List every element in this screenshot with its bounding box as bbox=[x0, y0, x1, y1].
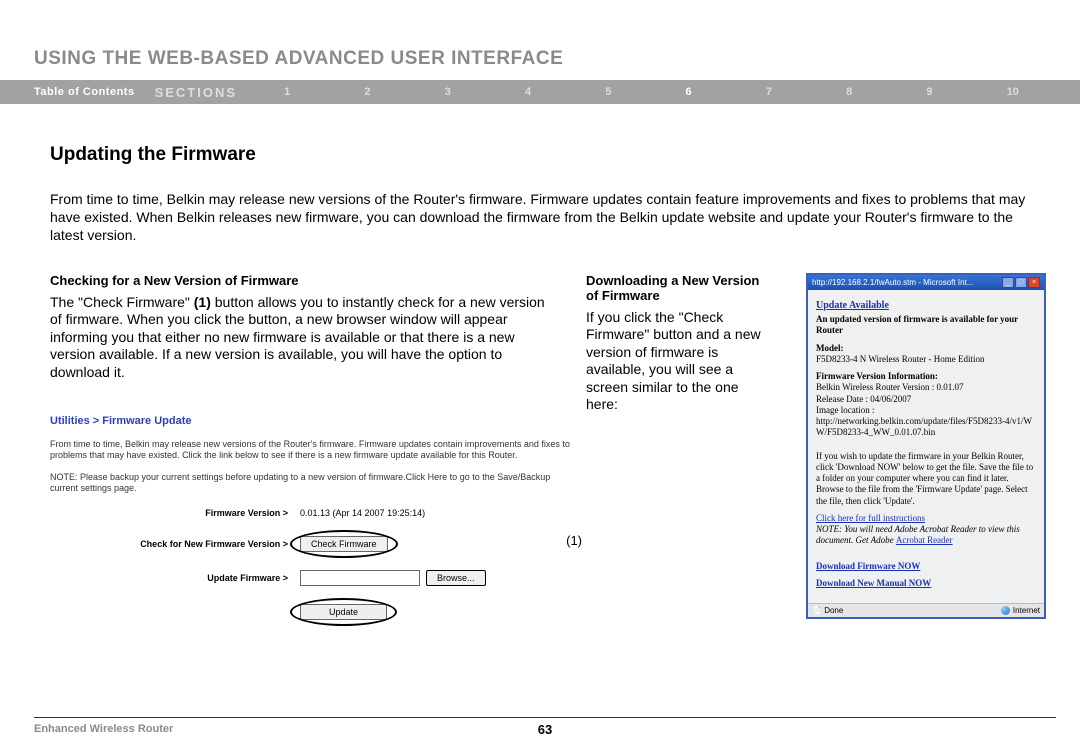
download-manual-link[interactable]: Download New Manual NOW bbox=[816, 578, 1036, 589]
check-firmware-button[interactable]: Check Firmware bbox=[300, 536, 388, 552]
ss1-para2: NOTE: Please backup your current setting… bbox=[50, 472, 570, 495]
mid-subhead: Downloading a New Version of Firmware bbox=[586, 273, 770, 303]
section-link-5[interactable]: 5 bbox=[605, 86, 611, 98]
page-header: USING THE WEB-BASED ADVANCED USER INTERF… bbox=[0, 0, 1080, 80]
section-link-9[interactable]: 9 bbox=[926, 86, 932, 98]
breadcrumb: Utilities > Firmware Update bbox=[50, 415, 570, 427]
section-link-10[interactable]: 10 bbox=[1007, 86, 1019, 98]
firmware-version-row: Firmware Version > 0.01.13 (Apr 14 2007 … bbox=[50, 508, 570, 518]
adobe-note: NOTE: You will need Adobe Acrobat Reader… bbox=[816, 524, 1036, 547]
status-zone: Internet bbox=[1013, 606, 1040, 615]
firmware-version-value: 0.01.13 (Apr 14 2007 19:25:14) bbox=[300, 508, 425, 518]
callout-1: (1) bbox=[566, 533, 582, 548]
firmware-file-input[interactable] bbox=[300, 570, 420, 586]
minimize-icon[interactable]: _ bbox=[1002, 277, 1014, 288]
check-firmware-highlight: Check Firmware bbox=[300, 536, 388, 552]
fvi-release: Release Date : 04/06/2007 bbox=[816, 394, 1036, 405]
model-label: Model: bbox=[816, 343, 1036, 354]
ss1-para1: From time to time, Belkin may release ne… bbox=[50, 439, 570, 462]
status-bar: 📄 Done Internet bbox=[808, 603, 1044, 617]
update-button[interactable]: Update bbox=[300, 604, 387, 620]
left-subhead: Checking for a New Version of Firmware bbox=[50, 273, 550, 288]
intro-paragraph: From time to time, Belkin may release ne… bbox=[50, 190, 1046, 245]
acrobat-link[interactable]: Acrobat Reader bbox=[896, 535, 953, 545]
popup-title-url: http://192.168.2.1/fwAuto.stm - Microsof… bbox=[812, 278, 973, 287]
section-link-7[interactable]: 7 bbox=[766, 86, 772, 98]
update-highlight: Update bbox=[300, 604, 387, 620]
close-icon[interactable]: × bbox=[1028, 277, 1040, 288]
toc-link[interactable]: Table of Contents bbox=[34, 86, 135, 98]
update-firmware-row: Update Firmware > Browse... bbox=[50, 570, 570, 586]
fvi-version: Belkin Wireless Router Version : 0.01.07 bbox=[816, 382, 1036, 393]
left-body: The "Check Firmware" (1) button allows y… bbox=[50, 294, 550, 382]
update-available-sub: An updated version of firmware is availa… bbox=[816, 314, 1036, 337]
section-numbers: 1 2 3 4 5 6 7 8 9 10 bbox=[247, 86, 1056, 98]
section-link-4[interactable]: 4 bbox=[525, 86, 531, 98]
download-firmware-link[interactable]: Download Firmware NOW bbox=[816, 561, 1036, 572]
left-body-callout: (1) bbox=[194, 294, 211, 310]
browse-button[interactable]: Browse... bbox=[426, 570, 486, 586]
left-column: Checking for a New Version of Firmware T… bbox=[50, 273, 550, 639]
status-done: Done bbox=[824, 606, 843, 615]
instructions: If you wish to update the firmware in yo… bbox=[816, 451, 1036, 507]
sections-label: SECTIONS bbox=[155, 85, 237, 100]
fvi-imgloc-label: Image location : bbox=[816, 405, 1036, 416]
maximize-icon[interactable]: □ bbox=[1015, 277, 1027, 288]
section-link-8[interactable]: 8 bbox=[846, 86, 852, 98]
update-available-heading: Update Available bbox=[816, 300, 1036, 313]
section-link-3[interactable]: 3 bbox=[445, 86, 451, 98]
left-body-pre: The "Check Firmware" bbox=[50, 294, 194, 310]
check-firmware-label: Check for New Firmware Version > bbox=[50, 539, 300, 549]
right-column: http://192.168.2.1/fwAuto.stm - Microsof… bbox=[806, 273, 1046, 639]
popup-titlebar: http://192.168.2.1/fwAuto.stm - Microsof… bbox=[808, 275, 1044, 290]
page-number: 63 bbox=[538, 722, 552, 737]
firmware-version-label: Firmware Version > bbox=[50, 508, 300, 518]
update-button-row: Update bbox=[50, 604, 570, 620]
full-instructions-link[interactable]: Click here for full instructions bbox=[816, 513, 925, 523]
globe-icon bbox=[1001, 606, 1010, 615]
update-popup-screenshot: http://192.168.2.1/fwAuto.stm - Microsof… bbox=[806, 273, 1046, 620]
fvi-imgloc-value: http://networking.belkin.com/update/file… bbox=[816, 416, 1036, 439]
firmware-update-screenshot: Utilities > Firmware Update From time to… bbox=[50, 415, 570, 620]
section-link-1[interactable]: 1 bbox=[284, 86, 290, 98]
section-heading: Updating the Firmware bbox=[50, 144, 1046, 166]
section-link-2[interactable]: 2 bbox=[364, 86, 370, 98]
content: Updating the Firmware From time to time,… bbox=[0, 104, 1080, 638]
footer-product: Enhanced Wireless Router bbox=[34, 723, 173, 735]
file-icon: 📄 bbox=[812, 606, 822, 615]
fvi-label: Firmware Version Information: bbox=[816, 371, 1036, 382]
update-firmware-label: Update Firmware > bbox=[50, 573, 300, 583]
mid-body: If you click the "Check Firmware" button… bbox=[586, 309, 770, 414]
footer-divider bbox=[34, 717, 1056, 718]
middle-column: Downloading a New Version of Firmware If… bbox=[586, 273, 770, 639]
model-value: F5D8233-4 N Wireless Router - Home Editi… bbox=[816, 354, 1036, 365]
section-nav: Table of Contents SECTIONS 1 2 3 4 5 6 7… bbox=[0, 80, 1080, 104]
footer: Enhanced Wireless Router 63 bbox=[34, 723, 1056, 735]
check-firmware-row: Check for New Firmware Version > Check F… bbox=[50, 536, 570, 552]
section-link-6[interactable]: 6 bbox=[686, 86, 692, 98]
